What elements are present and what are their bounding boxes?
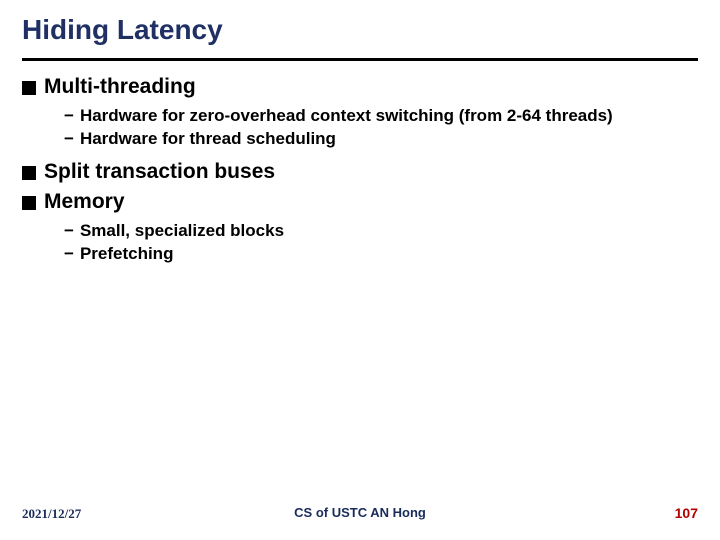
sub-bullet: − Prefetching [64,243,698,264]
sub-bullet: − Hardware for thread scheduling [64,128,698,149]
square-bullet-icon [22,166,36,180]
sub-bullet-text: Prefetching [80,243,174,264]
slide-content: Multi-threading − Hardware for zero-over… [22,75,698,264]
slide: Hiding Latency Multi-threading − Hardwar… [0,0,720,540]
square-bullet-icon [22,196,36,210]
square-bullet-icon [22,81,36,95]
bullet-memory: Memory [22,190,698,214]
dash-icon: − [64,243,74,264]
bullet-label: Multi-threading [44,75,196,99]
sublist: − Small, specialized blocks − Prefetchin… [64,220,698,265]
dash-icon: − [64,128,74,149]
slide-footer: 2021/12/27 CS of USTC AN Hong 107 [22,505,698,522]
title-rule [22,58,698,61]
bullet-label: Memory [44,190,125,214]
footer-date: 2021/12/27 [22,506,81,522]
bullet-multi-threading: Multi-threading [22,75,698,99]
footer-center: CS of USTC AN Hong [294,505,426,520]
sub-bullet: − Small, specialized blocks [64,220,698,241]
sub-bullet-text: Hardware for thread scheduling [80,128,336,149]
bullet-label: Split transaction buses [44,160,275,184]
slide-title: Hiding Latency [22,14,698,58]
sub-bullet-text: Hardware for zero-overhead context switc… [80,105,613,126]
sub-bullet: − Hardware for zero-overhead context swi… [64,105,698,126]
sub-bullet-text: Small, specialized blocks [80,220,284,241]
dash-icon: − [64,220,74,241]
footer-page-number: 107 [675,505,698,521]
bullet-split-transaction: Split transaction buses [22,160,698,184]
dash-icon: − [64,105,74,126]
sublist: − Hardware for zero-overhead context swi… [64,105,698,150]
